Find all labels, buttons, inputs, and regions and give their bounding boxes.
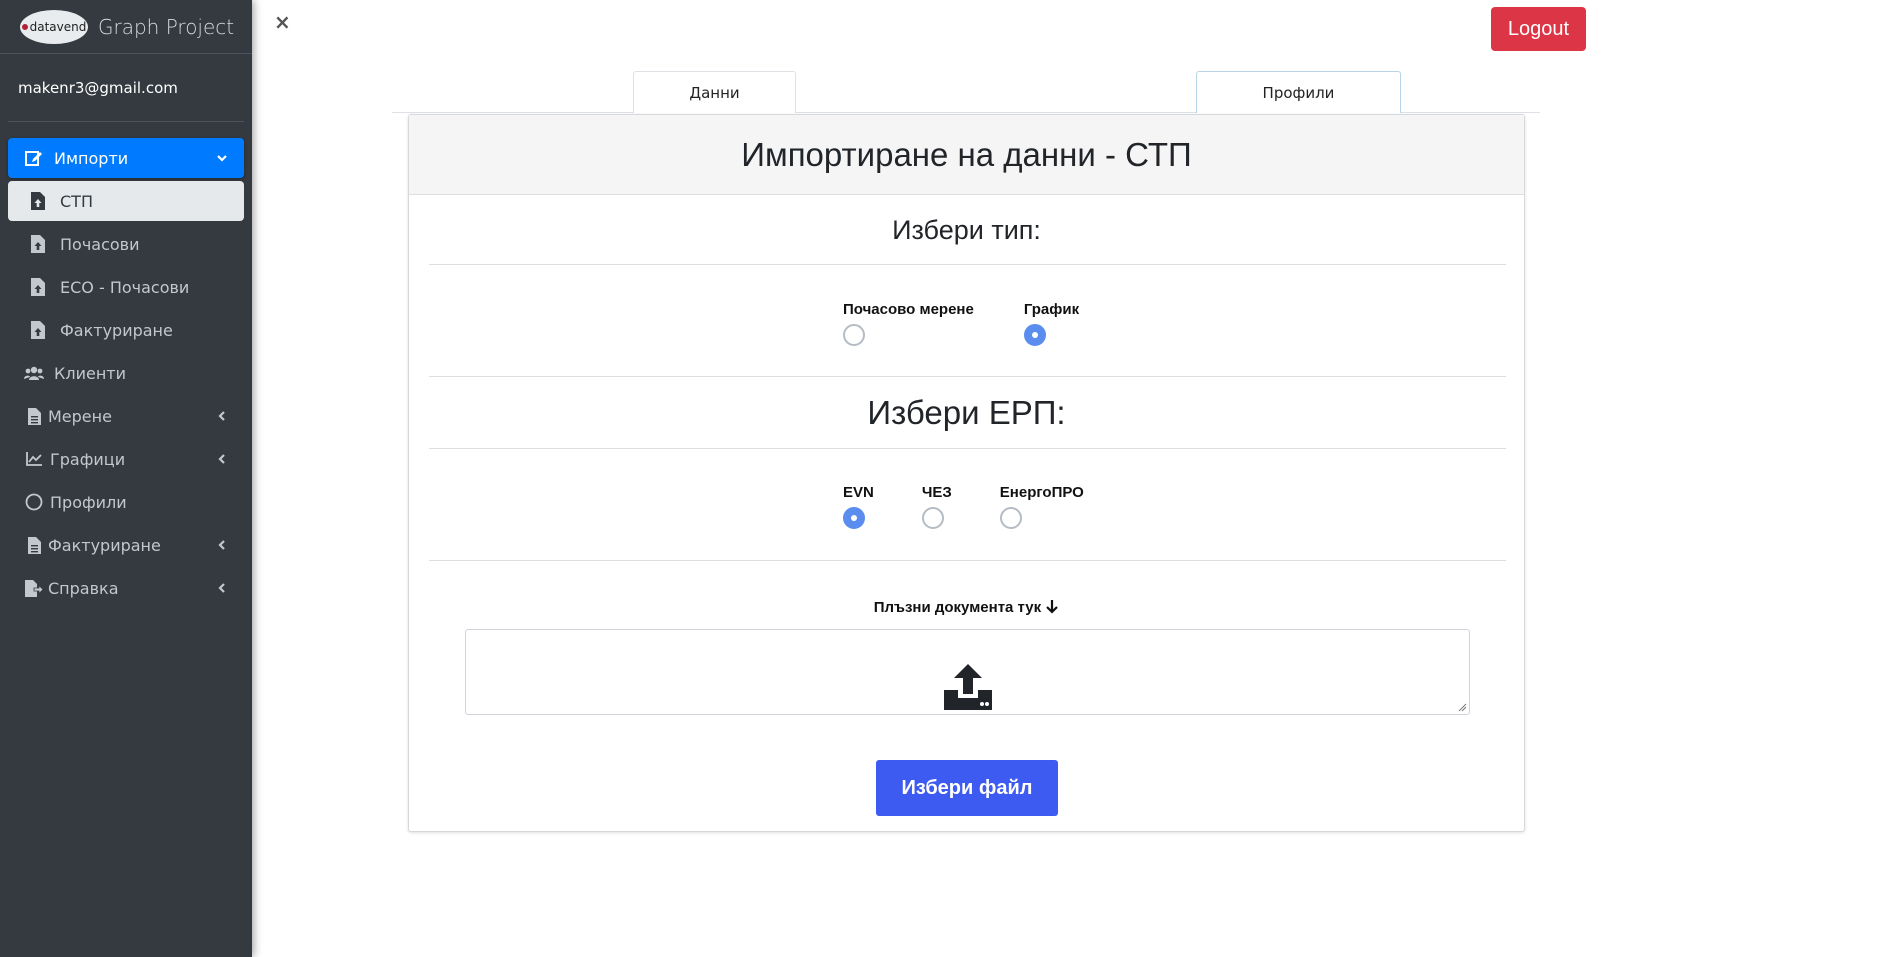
sidebar-item-label: Графици [50,449,126,469]
type-section-title: Избери тип: [892,215,1041,245]
brand-logo: datavend [20,9,88,44]
divider [429,560,1506,561]
erp-option-cez[interactable]: ЧЕЗ [921,484,952,529]
sidebar-item-invoicing[interactable]: Фактуриране [8,525,244,565]
divider [429,376,1506,377]
sidebar-item-label: Справка [48,578,119,598]
tab-profiles[interactable]: Профили [1196,71,1401,113]
brand-logo-text: datavend [29,19,87,34]
sidebar-item-label: Импорти [54,148,129,168]
brand-link[interactable]: datavend Graph Project [0,0,252,54]
sidebar-item-schedules[interactable]: Графици [8,439,244,479]
radio-hourly-metering[interactable] [843,324,865,346]
user-email[interactable]: makenr3@gmail.com [8,54,244,122]
radio-label: Почасово мерене [843,301,974,318]
sidebar-item-stp[interactable]: СТП [8,181,244,221]
radio-label: График [1023,301,1080,318]
choose-file-button[interactable]: Избери файл [876,760,1058,816]
edit-icon [24,148,44,168]
close-sidebar-button[interactable]: × [274,12,291,32]
sidebar-item-report[interactable]: Справка [8,568,244,608]
file-upload-icon [28,277,48,297]
radio-evn[interactable] [843,507,865,529]
chevron-left-icon [214,451,230,467]
chevron-left-icon [214,580,230,596]
sidebar-item-label: Профили [50,492,127,512]
file-dropzone[interactable] [465,629,1470,715]
resize-handle-icon[interactable] [1457,702,1467,712]
chevron-left-icon [214,408,230,424]
erp-option-evn[interactable]: EVN [843,484,874,529]
chevron-down-icon [214,150,230,166]
sidebar-nav: Импорти СТП Почасови ECO - Почасови Факт… [0,122,252,608]
card-title: Импортиране на данни - СТП [409,115,1524,195]
type-option-schedule[interactable]: График [1023,301,1080,346]
erp-option-energopro[interactable]: ЕнергоПРО [999,484,1084,529]
file-upload-icon [28,234,48,254]
radio-cez[interactable] [921,507,944,529]
brand-title: Graph Project [98,14,235,39]
erp-radio-group: EVN ЧЕЗ ЕнергоПРО [843,484,1132,529]
import-card: Импортиране на данни - СТП Избери тип: П… [408,114,1525,832]
chart-line-icon [24,449,44,469]
type-radio-group: Почасово мерене График [843,301,1127,346]
radio-energopro[interactable] [999,507,1022,529]
sidebar-item-clients[interactable]: Клиенти [8,353,244,393]
sidebar-item-label: Мерене [48,406,112,426]
drop-label-text: Плъзни документа тук [873,599,1042,616]
tab-data[interactable]: Данни [633,71,796,113]
sidebar-item-eco-hourly[interactable]: ECO - Почасови [8,267,244,307]
sidebar-item-hourly[interactable]: Почасови [8,224,244,264]
sidebar-item-label: Клиенти [54,363,127,383]
sidebar-item-metering[interactable]: Мерене [8,396,244,436]
radio-label: ЕнергоПРО [999,484,1084,501]
sidebar-item-imports[interactable]: Импорти [8,138,244,178]
sidebar-item-profiles[interactable]: Профили [8,482,244,522]
divider [429,264,1506,265]
sidebar-item-label: ECO - Почасови [60,277,190,297]
sidebar-item-invoicing-import[interactable]: Фактуриране [8,310,244,350]
drop-label: Плъзни документа тук [409,599,1524,616]
divider [429,448,1506,449]
sidebar-item-label: СТП [60,191,93,211]
radio-label: ЧЕЗ [921,484,952,501]
file-upload-icon [28,191,48,211]
sidebar-item-label: Почасови [60,234,140,254]
logout-button[interactable]: Logout [1491,7,1586,51]
radio-label: EVN [843,484,874,501]
sidebar: datavend Graph Project makenr3@gmail.com… [0,0,252,957]
sidebar-item-label: Фактуриране [48,535,161,555]
upload-icon [944,664,992,710]
sidebar-item-label: Фактуриране [60,320,173,340]
chevron-left-icon [214,537,230,553]
file-text-icon [24,406,44,426]
radio-schedule[interactable] [1023,324,1046,346]
file-export-icon [24,578,44,598]
file-upload-icon [28,320,48,340]
users-icon [24,363,44,383]
file-text-icon [24,535,44,555]
erp-section-title: Избери ЕРП: [867,394,1066,431]
type-option-hourly[interactable]: Почасово мерене [843,301,974,346]
circle-icon [24,492,44,512]
arrow-down-icon [1046,600,1059,614]
